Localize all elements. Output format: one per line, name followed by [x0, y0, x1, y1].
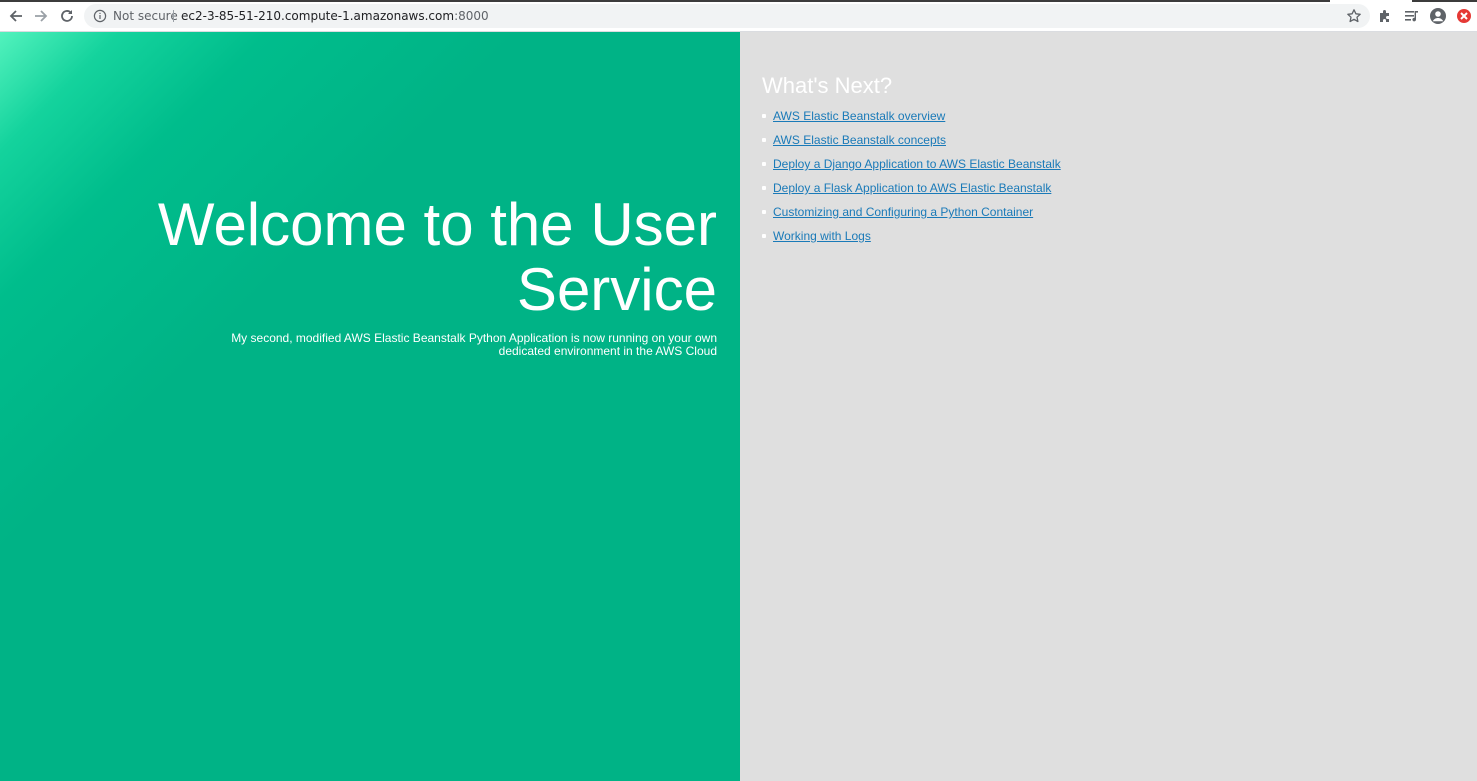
link-eb-overview[interactable]: AWS Elastic Beanstalk overview — [773, 109, 945, 123]
bullet — [762, 114, 766, 118]
address-bar[interactable]: Not secure ec2-3-85-51-210.compute-1.ama… — [84, 4, 1370, 28]
reload-button[interactable] — [57, 6, 77, 26]
omnibox-divider — [173, 10, 174, 22]
reading-list-icon[interactable] — [1403, 7, 1421, 25]
back-button[interactable] — [6, 6, 26, 26]
bullet — [762, 186, 766, 190]
bullet — [762, 162, 766, 166]
hero-title: Welcome to the User Service — [157, 191, 717, 323]
tab-strip-edge-right — [1412, 0, 1477, 2]
extensions-puzzle-icon[interactable] — [1377, 7, 1395, 25]
list-item: Working with Logs — [762, 228, 1061, 252]
whats-next-panel: What's Next? AWS Elastic Beanstalk overv… — [740, 32, 1477, 781]
hero-panel: Welcome to the User Service My second, m… — [0, 32, 740, 781]
link-working-with-logs[interactable]: Working with Logs — [773, 229, 871, 243]
url-host: ec2-3-85-51-210.compute-1.amazonaws.com — [181, 9, 455, 23]
browser-toolbar: Not secure ec2-3-85-51-210.compute-1.ama… — [0, 0, 1477, 32]
resource-links: AWS Elastic Beanstalk overview AWS Elast… — [762, 108, 1061, 252]
list-item: Deploy a Flask Application to AWS Elasti… — [762, 180, 1061, 204]
page-content: Welcome to the User Service My second, m… — [0, 32, 1477, 781]
security-label[interactable]: Not secure — [113, 9, 178, 23]
forward-button[interactable] — [31, 6, 51, 26]
list-item: AWS Elastic Beanstalk concepts — [762, 132, 1061, 156]
tab-strip-edge — [0, 0, 1477, 2]
bullet — [762, 234, 766, 238]
link-deploy-django[interactable]: Deploy a Django Application to AWS Elast… — [773, 157, 1061, 171]
link-deploy-flask[interactable]: Deploy a Flask Application to AWS Elasti… — [773, 181, 1051, 195]
url-text[interactable]: ec2-3-85-51-210.compute-1.amazonaws.com:… — [181, 9, 489, 23]
extension-red-icon[interactable] — [1455, 7, 1473, 25]
whats-next-title: What's Next? — [762, 73, 893, 98]
link-python-container[interactable]: Customizing and Configuring a Python Con… — [773, 205, 1033, 219]
reload-icon — [61, 10, 73, 22]
hero-subtitle: My second, modified AWS Elastic Beanstal… — [231, 331, 717, 358]
tab-strip-edge-left — [0, 0, 1330, 2]
list-item: AWS Elastic Beanstalk overview — [762, 108, 1061, 132]
url-port: :8000 — [454, 9, 489, 23]
list-item: Customizing and Configuring a Python Con… — [762, 204, 1061, 228]
star-icon[interactable] — [1346, 8, 1362, 24]
info-icon[interactable] — [93, 9, 107, 23]
profile-avatar-icon[interactable] — [1429, 7, 1447, 25]
back-arrow-icon — [9, 10, 22, 22]
forward-arrow-icon — [35, 10, 48, 22]
bullet — [762, 138, 766, 142]
link-eb-concepts[interactable]: AWS Elastic Beanstalk concepts — [773, 133, 946, 147]
list-item: Deploy a Django Application to AWS Elast… — [762, 156, 1061, 180]
bullet — [762, 210, 766, 214]
